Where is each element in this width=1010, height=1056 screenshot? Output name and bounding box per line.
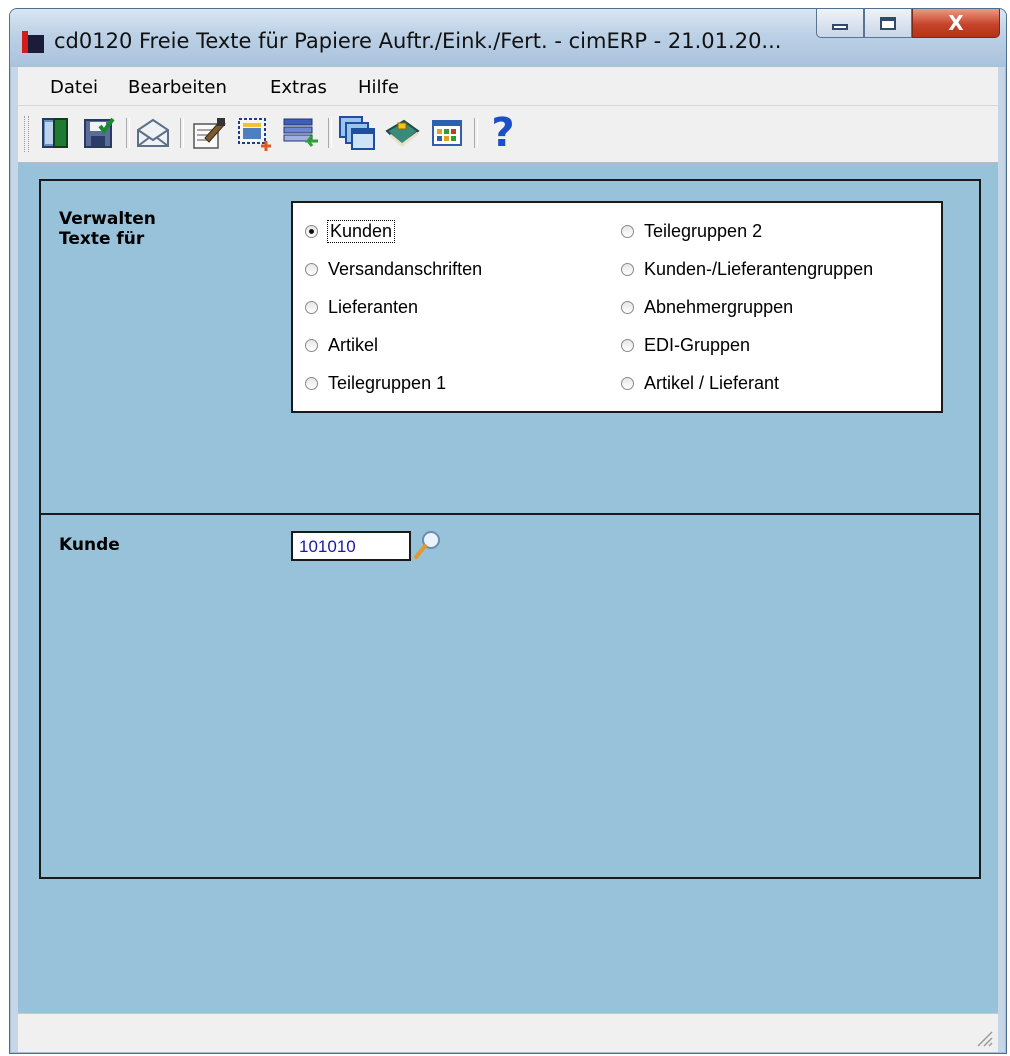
maximize-button[interactable] (864, 9, 912, 38)
mail-button[interactable] (134, 114, 172, 152)
form-area: Verwalten Texte für Kunden Versandanschr… (18, 163, 998, 1013)
menu-bearbeiten[interactable]: Bearbeiten (128, 77, 227, 98)
edit-text-icon (193, 118, 226, 149)
toolbar: ? (18, 106, 998, 163)
grid-icon (432, 120, 462, 146)
minimize-icon (832, 24, 848, 30)
toolbar-grip[interactable] (24, 116, 29, 152)
magnifier-icon (414, 531, 440, 559)
radio-icon (621, 225, 634, 238)
radio-artikel[interactable]: Artikel (305, 335, 378, 356)
radio-teilegruppen-2[interactable]: Teilegruppen 2 (621, 221, 762, 242)
menu-extras[interactable]: Extras (270, 77, 327, 98)
app-logo-icon (22, 31, 44, 53)
resize-grip-icon[interactable] (972, 1026, 994, 1048)
edit-text-button[interactable] (190, 114, 228, 152)
radio-icon (305, 263, 318, 276)
import-list-icon (283, 118, 318, 147)
book-icon (385, 119, 420, 147)
radio-teilegruppen-1[interactable]: Teilegruppen 1 (305, 373, 446, 394)
menu-hilfe[interactable]: Hilfe (358, 77, 399, 98)
radio-selected-icon (305, 225, 318, 238)
toolbar-separator (474, 118, 478, 148)
maximize-icon (880, 16, 896, 30)
radio-icon (305, 339, 318, 352)
client-area: Datei Bearbeiten Extras Hilfe ? Verwalte… (18, 67, 998, 1052)
radio-icon (621, 301, 634, 314)
close-button[interactable]: X (912, 9, 1000, 38)
radio-icon (621, 263, 634, 276)
customer-search-button[interactable] (413, 529, 443, 561)
form-panel: Verwalten Texte für Kunden Versandanschr… (39, 179, 981, 879)
menu-bar: Datei Bearbeiten Extras Hilfe (18, 67, 998, 106)
toolbar-separator (328, 118, 332, 148)
section-label-verwalten: Verwalten Texte für (59, 209, 156, 249)
import-list-button[interactable] (282, 114, 320, 152)
title-bar[interactable]: cd0120 Freie Texte für Papiere Auftr./Ei… (10, 9, 1006, 67)
app-window: cd0120 Freie Texte für Papiere Auftr./Ei… (9, 8, 1007, 1054)
status-bar (18, 1013, 998, 1052)
radio-icon (621, 377, 634, 390)
exit-button[interactable] (36, 114, 74, 152)
new-record-button[interactable] (236, 114, 274, 152)
grid-button[interactable] (428, 114, 466, 152)
radio-icon (305, 377, 318, 390)
menu-datei[interactable]: Datei (50, 77, 98, 98)
radio-kunden[interactable]: Kunden (305, 220, 396, 243)
help-icon: ? (491, 110, 515, 156)
radio-kunden-lieferantengruppen[interactable]: Kunden-/Lieferantengruppen (621, 259, 873, 280)
radio-lieferanten[interactable]: Lieferanten (305, 297, 418, 318)
mail-icon (137, 118, 169, 147)
panel-divider (41, 513, 979, 515)
caption-buttons: X (816, 9, 1000, 39)
close-icon: X (948, 11, 964, 35)
new-record-icon (238, 118, 271, 151)
radio-edi-gruppen[interactable]: EDI-Gruppen (621, 335, 750, 356)
radio-versandanschriften[interactable]: Versandanschriften (305, 259, 482, 280)
window-title: cd0120 Freie Texte für Papiere Auftr./Ei… (54, 29, 782, 53)
save-button[interactable] (80, 114, 118, 152)
book-button[interactable] (384, 114, 422, 152)
customer-label: Kunde (59, 535, 120, 555)
radio-abnehmergruppen[interactable]: Abnehmergruppen (621, 297, 793, 318)
windows-button[interactable] (338, 114, 376, 152)
radio-icon (305, 301, 318, 314)
help-button[interactable]: ? (484, 110, 522, 156)
radio-artikel-lieferant[interactable]: Artikel / Lieferant (621, 373, 779, 394)
text-type-radio-group: Kunden Versandanschriften Lieferanten Ar… (291, 201, 943, 413)
toolbar-separator (180, 118, 184, 148)
windows-icon (339, 116, 375, 150)
exit-door-icon (42, 118, 68, 148)
customer-input[interactable]: 101010 (291, 531, 411, 561)
save-icon (84, 117, 115, 148)
radio-icon (621, 339, 634, 352)
minimize-button[interactable] (816, 9, 864, 38)
toolbar-separator (126, 118, 130, 148)
